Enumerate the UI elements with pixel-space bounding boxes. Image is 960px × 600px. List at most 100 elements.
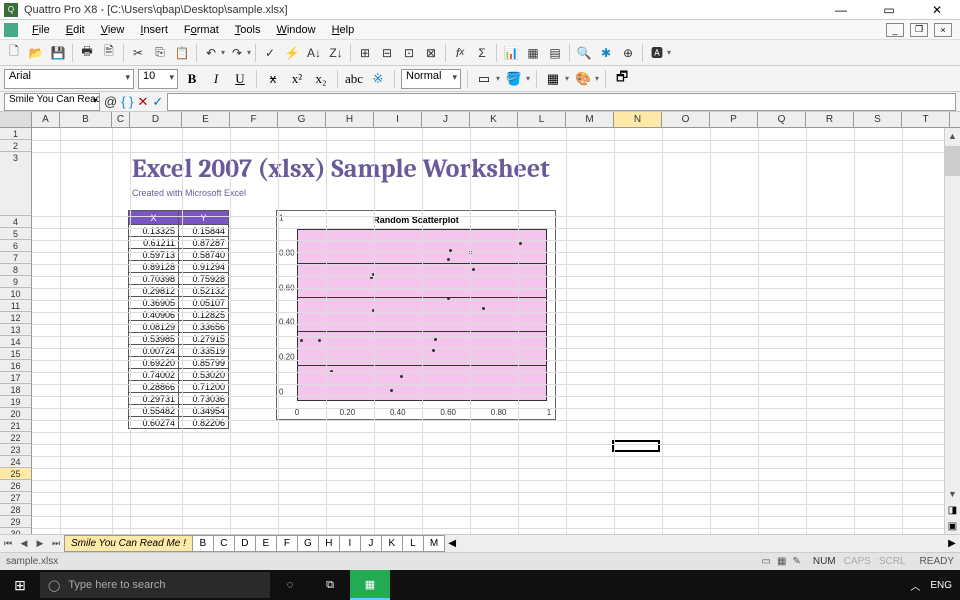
subscript-icon[interactable]: x₂ (311, 69, 331, 89)
data-cell[interactable]: 0.52132 (179, 285, 229, 297)
data-cell[interactable]: 0.74002 (129, 369, 179, 381)
data-cell[interactable]: 0.53020 (179, 369, 229, 381)
chart-icon[interactable]: 📊 (501, 43, 521, 63)
data-cell[interactable]: 0.71200 (179, 381, 229, 393)
menu-view[interactable]: View (93, 22, 133, 38)
col-header-T[interactable]: T (902, 112, 950, 127)
scroll-down-icon[interactable]: ▼ (945, 486, 960, 502)
col-header-G[interactable]: G (278, 112, 326, 127)
italic-button[interactable]: I (206, 69, 226, 89)
maximize-button[interactable]: ▭ (874, 0, 904, 20)
tab-prev-icon[interactable]: ◀ (16, 536, 32, 552)
data-cell[interactable]: 0.28866 (129, 381, 179, 393)
row-header-25[interactable]: 25 (0, 468, 31, 480)
vertical-scrollbar[interactable]: ▲ ▼ ◨ ▣ (944, 128, 960, 534)
row-header-6[interactable]: 6 (0, 240, 31, 252)
row-header-1[interactable]: 1 (0, 128, 31, 140)
data-cell[interactable]: 0.12825 (179, 309, 229, 321)
autosum-icon[interactable]: Σ (472, 43, 492, 63)
data-cell[interactable]: 0.15844 (179, 225, 229, 237)
font-selector[interactable]: Arial (4, 69, 134, 89)
style-selector[interactable]: Normal (401, 69, 461, 89)
mdi-restore-button[interactable]: ❐ (910, 23, 928, 37)
border-icon[interactable]: ▦ (543, 69, 563, 89)
col-header-E[interactable]: E (182, 112, 230, 127)
menu-window[interactable]: Window (268, 22, 323, 38)
speedformat-icon[interactable]: ▦ (523, 43, 543, 63)
cortana-icon[interactable]: ◌ (270, 570, 310, 600)
row-header-8[interactable]: 8 (0, 264, 31, 276)
join-icon[interactable]: ⊕ (618, 43, 638, 63)
redo-icon[interactable]: ↷ (227, 43, 247, 63)
row-header-30[interactable]: 30 (0, 528, 31, 534)
insert-rows-icon[interactable]: ⊞ (355, 43, 375, 63)
col-header-A[interactable]: A (32, 112, 60, 127)
cut-icon[interactable]: ✂ (128, 43, 148, 63)
data-cell[interactable]: 0.29731 (129, 393, 179, 405)
col-header-P[interactable]: P (710, 112, 758, 127)
col-header-N[interactable]: N (614, 112, 662, 127)
superscript-icon[interactable]: x² (287, 69, 307, 89)
data-cell[interactable]: 0.69220 (129, 357, 179, 369)
data-cell[interactable]: 0.89128 (129, 261, 179, 273)
sheet-tab-M[interactable]: M (423, 535, 445, 552)
pen-icon[interactable]: ✎ (792, 556, 800, 567)
data-cell[interactable]: 0.34954 (179, 405, 229, 417)
col-header-Q[interactable]: Q (758, 112, 806, 127)
data-cell[interactable]: 0.73036 (179, 393, 229, 405)
data-cell[interactable]: 0.60274 (129, 417, 179, 429)
taskbar-search[interactable]: ◯ Type here to search (40, 572, 270, 598)
data-cell[interactable]: 0.75928 (179, 273, 229, 285)
accept-entry-icon[interactable]: ✓ (152, 94, 163, 110)
sort-asc-icon[interactable]: A↓ (304, 43, 324, 63)
name-box[interactable]: Smile You Can Read ... (4, 93, 100, 111)
sheet-tab-E[interactable]: E (255, 535, 277, 552)
menu-edit[interactable]: Edit (58, 22, 93, 38)
taskview-icon[interactable]: ⧉ (310, 570, 350, 600)
calc-icon[interactable]: ▦ (777, 556, 786, 567)
spellcheck-icon[interactable]: ✓ (260, 43, 280, 63)
scatter-chart[interactable]: Random Scatterplot 00.200.400.600.80100.… (276, 210, 556, 420)
paste-icon[interactable]: 📋 (172, 43, 192, 63)
data-cell[interactable]: 0.29812 (129, 285, 179, 297)
mdi-min-button[interactable]: _ (886, 23, 904, 37)
zoom-icon[interactable]: 🔍 (574, 43, 594, 63)
row-header-28[interactable]: 28 (0, 504, 31, 516)
undo-icon[interactable]: ↶ (201, 43, 221, 63)
sheet-tab-D[interactable]: D (234, 535, 256, 552)
row-header-15[interactable]: 15 (0, 348, 31, 360)
crosstab-icon[interactable]: ▤ (545, 43, 565, 63)
row-header-18[interactable]: 18 (0, 384, 31, 396)
col-header-K[interactable]: K (470, 112, 518, 127)
perfectexpert-icon[interactable]: 🅰 (647, 43, 667, 63)
fillcolor-icon[interactable]: 🪣 (504, 69, 524, 89)
col-header-F[interactable]: F (230, 112, 278, 127)
row-header-4[interactable]: 4 (0, 216, 31, 228)
braces-icon[interactable]: { } (121, 94, 133, 109)
col-header-I[interactable]: I (374, 112, 422, 127)
data-cell[interactable]: 0.85799 (179, 357, 229, 369)
cancel-entry-icon[interactable]: ✕ (138, 94, 149, 110)
col-header-S[interactable]: S (854, 112, 902, 127)
sheet-tab-H[interactable]: H (318, 535, 340, 552)
row-header-2[interactable]: 2 (0, 140, 31, 152)
row-header-16[interactable]: 16 (0, 360, 31, 372)
tab-last-icon[interactable]: ⏭ (48, 536, 64, 552)
delete-rows-icon[interactable]: ⊡ (399, 43, 419, 63)
row-header-21[interactable]: 21 (0, 420, 31, 432)
tab-first-icon[interactable]: ⏮ (0, 536, 16, 552)
insert-cols-icon[interactable]: ⊟ (377, 43, 397, 63)
menu-file[interactable]: File (24, 22, 58, 38)
data-cell[interactable]: 0.13325 (129, 225, 179, 237)
sheet-tab-B[interactable]: B (192, 535, 214, 552)
data-cell[interactable]: 0.59713 (129, 249, 179, 261)
selectall-icon[interactable]: ✱ (596, 43, 616, 63)
row-header-20[interactable]: 20 (0, 408, 31, 420)
close-button[interactable]: ✕ (922, 0, 952, 20)
row-header-22[interactable]: 22 (0, 432, 31, 444)
quickfill-icon[interactable]: ⚡ (282, 43, 302, 63)
percent-icon[interactable]: ※ (368, 69, 388, 89)
data-cell[interactable]: 0.08129 (129, 321, 179, 333)
row-header-24[interactable]: 24 (0, 456, 31, 468)
nav-square-icon[interactable]: ◨ (945, 502, 960, 518)
